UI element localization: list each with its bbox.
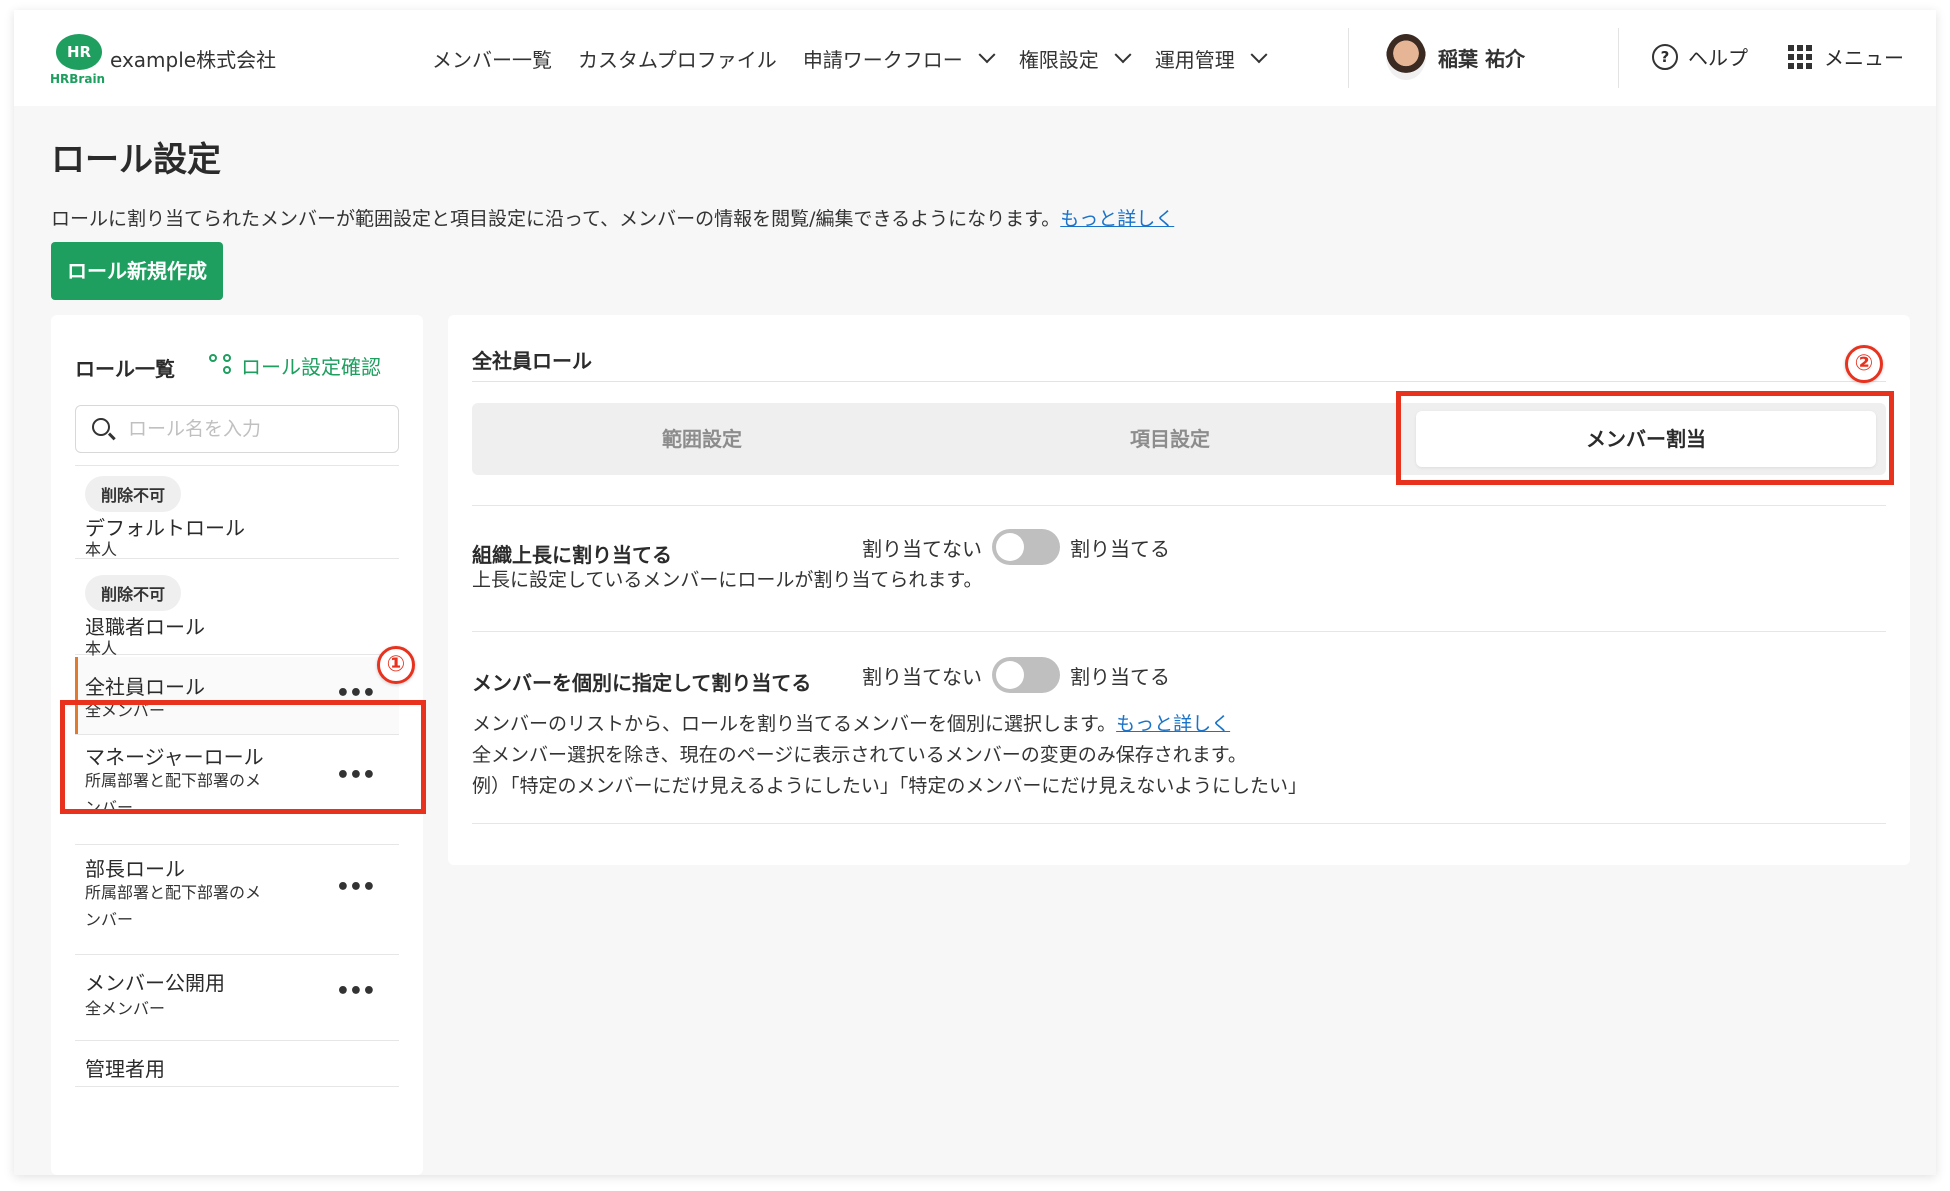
- nav-custom-profile[interactable]: カスタムプロファイル: [578, 44, 777, 73]
- page-description: ロールに割り当てられたメンバーが範囲設定と項目設定に沿って、メンバーの情報を閲覧…: [51, 204, 1174, 231]
- toggle-off-label: 割り当てない: [862, 664, 982, 689]
- role-list-heading: ロール一覧: [75, 357, 175, 381]
- role-search-field[interactable]: [75, 405, 399, 453]
- page-title: ロール設定: [51, 140, 221, 180]
- help-icon: ?: [1652, 43, 1678, 70]
- role-item-director[interactable]: 部長ロール 所属部署と配下部署のメンバー •••: [75, 847, 399, 955]
- undeletable-badge: 削除不可: [85, 575, 182, 611]
- role-item-default[interactable]: 削除不可 デフォルトロール 本人: [75, 465, 399, 559]
- tab-field-settings[interactable]: 項目設定: [940, 411, 1400, 467]
- toggle-on-label: 割り当てる: [1070, 664, 1170, 689]
- user-name: 稲葉 祐介: [1438, 46, 1525, 71]
- nav-label: カスタムプロファイル: [578, 48, 777, 72]
- logo-mark: HR: [56, 34, 102, 70]
- marker-2: ②: [1845, 345, 1883, 383]
- search-input[interactable]: [128, 416, 388, 442]
- nav-permission[interactable]: 権限設定: [1018, 44, 1132, 73]
- divider: [472, 823, 1886, 824]
- role-item-member-public[interactable]: メンバー公開用 全メンバー •••: [75, 957, 399, 1041]
- role-detail-title: 全社員ロール: [472, 349, 592, 373]
- undeletable-badge: 削除不可: [85, 476, 182, 512]
- role-item-admin[interactable]: 管理者用: [75, 1043, 399, 1087]
- nav-member-list[interactable]: メンバー一覧: [432, 44, 552, 73]
- role-name: 部長ロール: [85, 857, 185, 881]
- confirm-label: ロール設定確認: [241, 355, 381, 379]
- more-details-link[interactable]: もっと詳しく: [1060, 208, 1174, 230]
- more-options-icon[interactable]: •••: [336, 979, 376, 1004]
- role-name: 全社員ロール: [85, 675, 205, 699]
- chevron-down-icon: [978, 45, 996, 63]
- hrbrain-logo[interactable]: HR HRBrain: [50, 34, 110, 90]
- assign-individually-toggle-group: 割り当てない 割り当てる: [862, 657, 1170, 693]
- help-button[interactable]: ? ヘルプ: [1652, 42, 1748, 71]
- divider: [472, 381, 1886, 382]
- description-text: ロールに割り当てられたメンバーが範囲設定と項目設定に沿って、メンバーの情報を閲覧…: [51, 208, 1061, 230]
- role-item-retired[interactable]: 削除不可 退職者ロール 本人: [75, 561, 399, 658]
- create-role-button[interactable]: ロール新規作成: [51, 242, 223, 300]
- nav-workflow[interactable]: 申請ワークフロー: [802, 44, 996, 73]
- more-options-icon[interactable]: •••: [336, 875, 376, 900]
- tab-scope-settings[interactable]: 範囲設定: [472, 411, 932, 467]
- divider: [472, 631, 1886, 632]
- divider: [1348, 28, 1349, 88]
- top-header: HR HRBrain example株式会社 メンバー一覧 カスタムプロファイル…: [14, 10, 1936, 106]
- app-window: HR HRBrain example株式会社 メンバー一覧 カスタムプロファイル…: [14, 10, 1936, 1175]
- divider: [472, 505, 1886, 506]
- role-name: メンバー公開用: [85, 971, 225, 995]
- role-scope: 全メンバー: [85, 999, 166, 1018]
- chevron-down-icon: [1114, 45, 1132, 63]
- assign-to-manager-toggle-group: 割り当てない 割り当てる: [862, 529, 1170, 565]
- avatar: [1386, 34, 1426, 80]
- nav-label: 申請ワークフロー: [802, 48, 963, 72]
- nav-label: メンバー一覧: [432, 48, 552, 72]
- assign-to-manager-label: 組織上長に割り当てる: [472, 543, 672, 567]
- toggle-on-label: 割り当てる: [1070, 536, 1170, 561]
- assign-to-manager-toggle[interactable]: [992, 529, 1060, 565]
- role-name: 管理者用: [85, 1057, 165, 1081]
- role-settings-confirm-link[interactable]: ロール設定確認: [209, 351, 381, 380]
- menu-label: メニュー: [1824, 46, 1904, 70]
- chevron-down-icon: [1250, 45, 1268, 63]
- nav-operation[interactable]: 運用管理: [1154, 44, 1268, 73]
- divider: [1618, 28, 1619, 88]
- toggle-off-label: 割り当てない: [862, 536, 982, 561]
- role-scope: 本人: [85, 540, 118, 559]
- assign-to-manager-description: 上長に設定しているメンバーにロールが割り当てられます。: [472, 569, 983, 591]
- highlight-box-1: [60, 700, 426, 814]
- more-details-link[interactable]: もっと詳しく: [1116, 713, 1230, 735]
- nav-label: 運用管理: [1154, 48, 1235, 72]
- description-line: 全メンバー選択を除き、現在のページに表示されているメンバーの変更のみ保存されます…: [472, 744, 1247, 766]
- description-line: 例）「特定のメンバーにだけ見えるようにしたい」「特定のメンバーにだけ見えないよう…: [472, 775, 1308, 797]
- assign-individually-toggle[interactable]: [992, 657, 1060, 693]
- highlight-box-2: [1396, 391, 1894, 485]
- assign-individually-description: メンバーのリストから、ロールを割り当てるメンバーを個別に選択します。もっと詳しく: [472, 709, 1230, 740]
- assign-individually-label: メンバーを個別に指定して割り当てる: [472, 671, 812, 695]
- marker-1: ①: [377, 646, 415, 684]
- role-scope: 所属部署と配下部署のメンバー: [85, 883, 262, 929]
- nav-label: 権限設定: [1018, 48, 1099, 72]
- logo-text: HRBrain: [50, 72, 106, 86]
- company-name: example株式会社: [110, 48, 277, 72]
- main-nav: メンバー一覧 カスタムプロファイル 申請ワークフロー 権限設定 運用管理: [432, 44, 1268, 73]
- help-label: ヘルプ: [1688, 46, 1748, 70]
- search-icon: [92, 418, 110, 436]
- user-menu[interactable]: 稲葉 祐介: [1386, 34, 1525, 80]
- description-line: メンバーのリストから、ロールを割り当てるメンバーを個別に選択します。: [472, 713, 1117, 735]
- grid-menu-icon: [1788, 44, 1812, 69]
- org-chart-icon: [209, 353, 235, 378]
- menu-button[interactable]: メニュー: [1788, 42, 1904, 71]
